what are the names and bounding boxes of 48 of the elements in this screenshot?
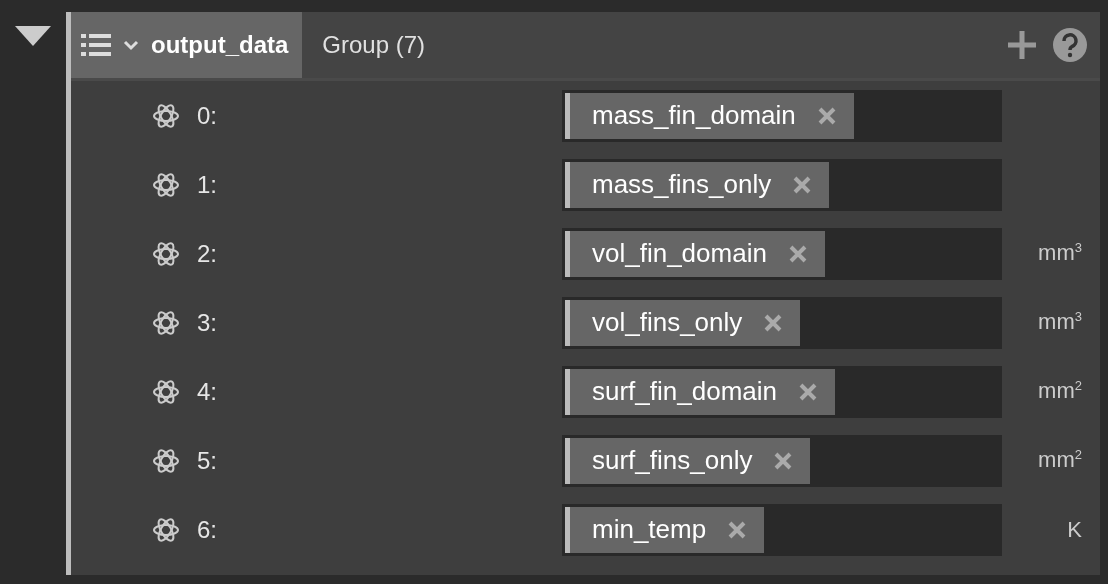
remove-icon[interactable] — [728, 520, 747, 539]
item-index: 5: — [197, 446, 218, 475]
tag-field[interactable]: mass_fins_only — [562, 158, 1002, 211]
tag-label: min_temp — [592, 514, 707, 545]
remove-icon[interactable] — [788, 244, 807, 263]
remove-icon[interactable] — [793, 175, 812, 194]
unit-label: mm$^{2}$ — [1037, 378, 1083, 405]
tag-chip[interactable]: surf_fin_domain — [565, 368, 835, 415]
unit-label: mm$^{3}$ — [1037, 309, 1083, 336]
remove-icon[interactable] — [764, 313, 783, 332]
unit-label: mm$^{3}$ — [1037, 240, 1083, 267]
tag-chip[interactable]: vol_fin_domain — [565, 230, 825, 277]
tag-chip[interactable]: mass_fin_domain — [565, 92, 854, 139]
collapse-triangle-icon[interactable] — [15, 26, 51, 46]
group-type: Group (7) — [322, 31, 427, 59]
tag-field[interactable]: surf_fins_only — [562, 434, 1002, 487]
tag-chip[interactable]: vol_fins_only — [565, 299, 801, 346]
tag-chip[interactable]: min_temp — [565, 506, 765, 553]
tag-field[interactable]: mass_fin_domain — [562, 89, 1002, 142]
item-index: 2: — [197, 239, 218, 268]
tag-label: vol_fins_only — [592, 307, 743, 338]
remove-icon[interactable] — [817, 106, 836, 125]
help-icon[interactable] — [1052, 27, 1088, 63]
unit-label: K — [1066, 516, 1083, 543]
item-index: 3: — [197, 308, 218, 337]
tag-label: surf_fins_only — [592, 445, 753, 476]
plus-icon[interactable] — [1008, 31, 1036, 59]
tag-field[interactable]: vol_fin_domain — [562, 227, 1002, 280]
tag-chip[interactable]: mass_fins_only — [565, 161, 830, 208]
tag-field[interactable]: min_temp — [562, 503, 1002, 556]
group-name: output_data — [151, 31, 289, 59]
remove-icon[interactable] — [774, 451, 793, 470]
item-index: 4: — [197, 377, 218, 406]
unit-label: mm$^{2}$ — [1037, 447, 1083, 474]
item-index: 0: — [197, 101, 218, 130]
chevron-down-icon[interactable] — [123, 39, 139, 51]
tag-label: mass_fins_only — [592, 169, 772, 200]
item-index: 6: — [197, 515, 218, 544]
item-index: 1: — [197, 170, 218, 199]
tag-label: mass_fin_domain — [592, 100, 796, 131]
list-icon[interactable] — [81, 33, 111, 57]
group-name-tab[interactable]: output_data — [71, 12, 303, 78]
remove-icon[interactable] — [799, 382, 817, 401]
tag-label: surf_fin_domain — [592, 376, 777, 407]
tag-field[interactable]: vol_fins_only — [562, 296, 1002, 349]
tag-chip[interactable]: surf_fins_only — [565, 437, 811, 484]
tag-field[interactable]: surf_fin_domain — [562, 365, 1002, 418]
tag-label: vol_fin_domain — [592, 238, 767, 269]
